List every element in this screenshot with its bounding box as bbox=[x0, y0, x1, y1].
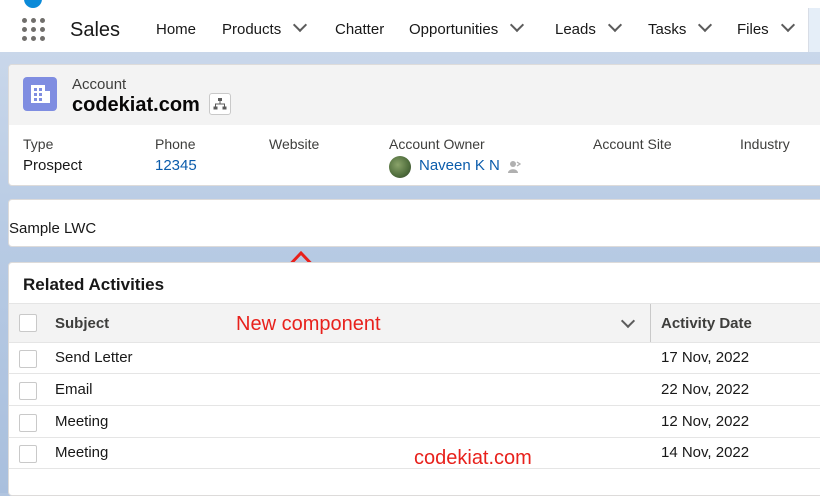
cell-subject: Meeting bbox=[55, 413, 109, 430]
chevron-down-icon[interactable] bbox=[620, 313, 636, 329]
global-nav: Sales Home Products Chatter Opportunitie… bbox=[0, 8, 820, 53]
related-activities-title: Related Activities bbox=[23, 275, 165, 294]
nav-item-home[interactable]: Home bbox=[156, 21, 196, 38]
view-hierarchy-button[interactable] bbox=[209, 93, 231, 115]
field-label-industry: Industry bbox=[740, 136, 790, 152]
app-name: Sales bbox=[70, 19, 121, 41]
field-label-website: Website bbox=[269, 136, 320, 152]
chevron-down-icon[interactable] bbox=[698, 17, 713, 33]
annotation-site-watermark: codekiat.com bbox=[414, 447, 532, 469]
field-value-account-owner[interactable]: Naveen K N bbox=[419, 157, 500, 174]
owner-avatar[interactable] bbox=[389, 156, 411, 178]
row-checkbox[interactable] bbox=[19, 350, 37, 368]
nav-item-leads[interactable]: Leads bbox=[555, 17, 622, 38]
account-icon bbox=[23, 77, 57, 111]
app-launcher-icon[interactable] bbox=[22, 18, 48, 44]
nav-item-label: Products bbox=[222, 21, 282, 38]
nav-item-label: Tasks bbox=[648, 21, 687, 38]
chevron-down-icon[interactable] bbox=[780, 17, 795, 33]
table-row: Email 22 Nov, 2022 bbox=[9, 374, 820, 406]
chevron-down-icon[interactable] bbox=[510, 17, 525, 33]
nav-item-opportunities[interactable]: Opportunities bbox=[409, 17, 525, 38]
select-all-checkbox[interactable] bbox=[19, 314, 37, 332]
change-owner-icon[interactable] bbox=[507, 160, 521, 174]
nav-item-tasks[interactable]: Tasks bbox=[648, 17, 713, 38]
nav-item-label: Leads bbox=[555, 21, 596, 38]
field-label-phone: Phone bbox=[155, 136, 196, 152]
cell-subject: Email bbox=[55, 381, 93, 398]
top-strip bbox=[0, 0, 820, 8]
nav-item-products[interactable]: Products bbox=[222, 17, 308, 38]
hierarchy-icon bbox=[213, 98, 227, 110]
nav-item-label: Opportunities bbox=[409, 21, 499, 38]
cell-activity-date: 17 Nov, 2022 bbox=[661, 349, 750, 366]
cell-subject: Send Letter bbox=[55, 349, 133, 366]
cell-activity-date: 12 Nov, 2022 bbox=[661, 413, 750, 430]
column-header-subject[interactable]: Subject bbox=[55, 315, 109, 332]
chevron-down-icon[interactable] bbox=[607, 17, 622, 33]
logo-partial bbox=[24, 0, 42, 8]
record-name: codekiat.com bbox=[72, 94, 200, 116]
record-header-title-area: Account codekiat.com bbox=[9, 65, 820, 125]
column-header-activity-date[interactable]: Activity Date bbox=[661, 315, 752, 332]
table-row: Send Letter 17 Nov, 2022 bbox=[9, 342, 820, 374]
sample-lwc-text: Sample LWC bbox=[9, 220, 97, 237]
table-row: Meeting 12 Nov, 2022 bbox=[9, 406, 820, 438]
nav-item-label: Chatter bbox=[335, 21, 385, 38]
column-divider[interactable] bbox=[650, 304, 651, 342]
nav-item-files[interactable]: Files bbox=[737, 17, 795, 38]
cell-subject: Meeting bbox=[55, 444, 109, 461]
row-checkbox[interactable] bbox=[19, 382, 37, 400]
row-checkbox[interactable] bbox=[19, 414, 37, 432]
record-header: Account codekiat.com Type Prospect Phone… bbox=[8, 64, 820, 186]
field-value-phone[interactable]: 12345 bbox=[155, 157, 197, 174]
field-label-account-site: Account Site bbox=[593, 136, 672, 152]
chevron-down-icon[interactable] bbox=[293, 17, 308, 33]
cell-activity-date: 14 Nov, 2022 bbox=[661, 444, 750, 461]
sample-lwc-card: Sample LWC bbox=[8, 199, 820, 247]
object-label: Account bbox=[72, 76, 127, 93]
annotation-new-component: New component bbox=[236, 313, 381, 335]
nav-item-label: Home bbox=[156, 21, 197, 38]
nav-item-label: Files bbox=[737, 21, 769, 38]
field-label-type: Type bbox=[23, 136, 54, 152]
cell-activity-date: 22 Nov, 2022 bbox=[661, 381, 750, 398]
table-header: Subject Activity Date bbox=[9, 303, 820, 343]
field-label-account-owner: Account Owner bbox=[389, 136, 485, 152]
row-checkbox[interactable] bbox=[19, 445, 37, 463]
field-value-type: Prospect bbox=[23, 157, 83, 174]
nav-overflow-tab[interactable] bbox=[808, 8, 820, 52]
nav-item-chatter[interactable]: Chatter bbox=[335, 21, 384, 38]
